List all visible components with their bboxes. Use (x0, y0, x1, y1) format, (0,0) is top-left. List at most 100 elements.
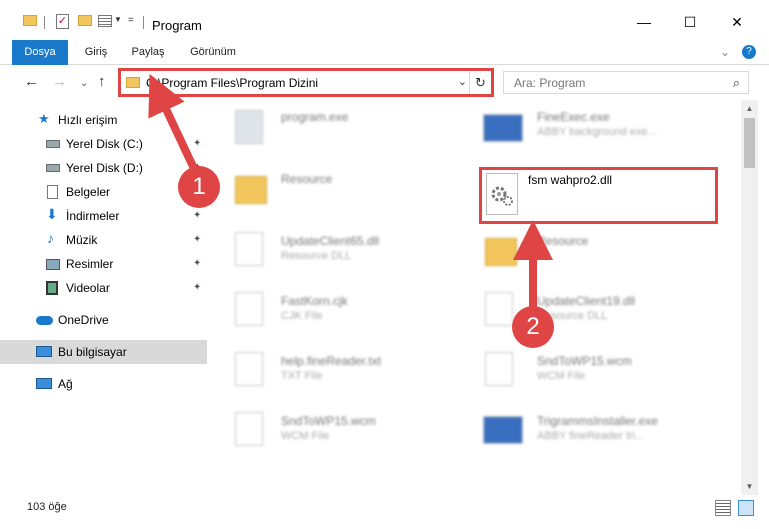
menu-lines-icon: = (128, 15, 134, 26)
divider (143, 16, 144, 29)
scroll-down-icon[interactable]: ▼ (741, 478, 758, 495)
pin-icon[interactable]: ✦ (193, 234, 201, 245)
vertical-scrollbar[interactable]: ▲ ▼ (741, 100, 758, 495)
file-name: SndToWP15.wcm (537, 354, 632, 368)
minimize-button[interactable]: — (634, 12, 654, 32)
exe-file-icon (235, 110, 263, 144)
customize-toolbar-chevron-icon[interactable]: ▼ (114, 15, 122, 24)
address-history-chevron-icon[interactable]: ⌄ (458, 75, 467, 88)
file-type: ABBY fineReader tri... (537, 430, 645, 442)
item-count: 103 öğe (27, 501, 67, 513)
sidebar-item-quick-access[interactable]: ★ Hızlı erişim (0, 108, 207, 132)
scrollbar-thumb[interactable] (744, 118, 755, 168)
sidebar-item-music[interactable]: ♪ Müzik ✦ (0, 228, 207, 252)
properties-check-icon[interactable]: ✓ (56, 14, 69, 29)
list-item[interactable]: SndToWP15.wcm WCM File (211, 404, 451, 454)
refresh-icon[interactable]: ↻ (469, 71, 491, 94)
expand-ribbon-chevron-icon[interactable]: ⌄ (720, 45, 730, 59)
pin-icon[interactable]: ✦ (193, 282, 201, 293)
file-icon (235, 352, 263, 386)
file-type: Resource DLL (281, 250, 352, 262)
scroll-up-icon[interactable]: ▲ (741, 100, 758, 117)
sidebar-item-documents[interactable]: Belgeler (0, 180, 207, 204)
tab-share[interactable]: Paylaş (126, 40, 170, 65)
dll-file-icon (485, 292, 513, 326)
help-icon[interactable]: ? (742, 45, 756, 59)
documents-icon (47, 185, 58, 199)
list-item[interactable]: SndToWP15.wcm WCM File (461, 344, 701, 394)
file-type: WCM File (281, 430, 330, 442)
file-type: CJK File (281, 310, 323, 322)
sidebar-item-label: Hızlı erişim (58, 113, 118, 127)
sidebar-item-local-disk-d[interactable]: Yerel Disk (D:) ✦ (0, 156, 207, 180)
sidebar-item-pictures[interactable]: Resimler ✦ (0, 252, 207, 276)
details-view-icon[interactable] (715, 500, 731, 516)
sidebar-item-downloads[interactable]: ⬇ İndirmeler ✦ (0, 204, 207, 228)
dll-file-icon (235, 232, 263, 266)
list-item[interactable]: UpdateClient19.dll Resource DLL (461, 284, 701, 334)
tab-home[interactable]: Giriş (76, 40, 116, 65)
pin-icon[interactable]: ✦ (193, 210, 201, 221)
pin-icon[interactable]: ✦ (193, 258, 201, 269)
file-icon (235, 412, 263, 446)
search-icon[interactable]: ⌕ (733, 75, 740, 91)
download-icon: ⬇ (46, 206, 58, 222)
highlighted-file-item[interactable]: fsm wahpro2.dll (479, 167, 718, 224)
file-name: Resource (537, 234, 589, 248)
address-path[interactable]: C:\Program Files\Program Dizini (146, 76, 318, 90)
folder-icon (126, 77, 140, 88)
file-name: FineExec.exe (537, 110, 610, 124)
sidebar-item-label: Resimler (66, 257, 114, 271)
file-icon (235, 292, 263, 326)
file-icon (485, 352, 513, 386)
window-title: Program (152, 18, 202, 33)
list-item[interactable]: TrigrammsInstaller.exe ABBY fineReader t… (461, 404, 701, 454)
file-name: fsm wahpro2.dll (528, 173, 613, 187)
drive-icon (46, 140, 60, 148)
folder-icon[interactable] (23, 15, 37, 26)
exe-file-icon (483, 114, 523, 142)
properties-icon[interactable] (98, 15, 112, 27)
file-name: FastKorn.cjk (281, 294, 348, 308)
sidebar-item-local-disk-c[interactable]: Yerel Disk (C:) ✦ (0, 132, 207, 156)
recent-locations-chevron-icon[interactable]: ⌄ (80, 76, 88, 92)
list-item[interactable]: program.exe (211, 102, 451, 152)
ribbon: Dosya Giriş Paylaş Görünüm ⌄ ? (0, 40, 769, 90)
sidebar-item-label: Ağ (58, 377, 73, 391)
close-button[interactable]: ✕ (727, 12, 747, 32)
back-arrow-icon[interactable]: ← (24, 74, 39, 90)
sidebar-item-onedrive[interactable]: OneDrive (0, 308, 207, 332)
list-item[interactable]: FastKorn.cjk CJK File (211, 284, 451, 334)
search-input[interactable]: Ara: Program ⌕ (503, 71, 749, 94)
sidebar-item-videos[interactable]: Videolar ✦ (0, 276, 207, 300)
sidebar-item-network[interactable]: Ağ (0, 372, 207, 396)
list-item[interactable]: help.fineReader.txt TXT File (211, 344, 451, 394)
sidebar-item-label: Belgeler (66, 185, 111, 199)
list-item[interactable]: Resource (461, 224, 701, 274)
pictures-icon (46, 259, 60, 270)
file-type: ABBY background exe... (537, 126, 657, 138)
sidebar-item-label: OneDrive (58, 313, 109, 327)
forward-arrow-icon[interactable]: → (52, 74, 67, 90)
sidebar-item-label: Müzik (66, 233, 98, 247)
sidebar-item-this-pc[interactable]: Bu bilgisayar (0, 340, 207, 364)
file-name: program.exe (281, 110, 349, 124)
dll-gear-file-icon (486, 173, 518, 215)
divider (44, 16, 45, 29)
tab-view[interactable]: Görünüm (185, 40, 241, 65)
pin-icon[interactable]: ✦ (193, 138, 201, 149)
new-folder-icon[interactable] (78, 15, 92, 26)
file-type: WCM File (537, 370, 586, 382)
list-item[interactable]: UpdateClient65.dll Resource DLL (211, 224, 451, 274)
step-1-badge: 1 (178, 166, 220, 208)
file-name: TrigrammsInstaller.exe (537, 414, 658, 428)
list-item[interactable]: FineExec.exe ABBY background exe... (461, 102, 701, 152)
sidebar-item-label: Yerel Disk (D:) (66, 161, 143, 175)
exe-file-icon (483, 416, 523, 444)
address-bar[interactable]: C:\Program Files\Program Dizini ⌄ ↻ (118, 68, 494, 97)
large-icons-view-icon[interactable] (738, 500, 754, 516)
maximize-button[interactable]: ☐ (680, 12, 700, 32)
search-placeholder: Ara: Program (514, 76, 586, 90)
list-item[interactable]: Resource (211, 162, 451, 212)
up-arrow-icon[interactable]: ↑ (98, 74, 106, 90)
